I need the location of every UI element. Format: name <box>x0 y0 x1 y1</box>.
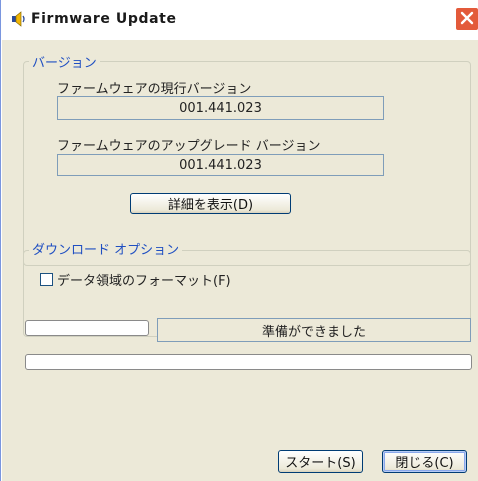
close-icon <box>460 10 474 29</box>
start-button[interactable]: スタート(S) <box>278 450 363 473</box>
status-text-field: 準備ができました <box>157 318 471 342</box>
current-version-field: 001.441.023 <box>57 96 384 120</box>
version-group-legend: バージョン <box>29 52 100 71</box>
show-details-button[interactable]: 詳細を表示(D) <box>130 193 291 214</box>
format-data-area-label: データ領域のフォーマット(F) <box>57 273 231 289</box>
close-button[interactable]: 閉じる(C) <box>382 450 467 473</box>
current-version-label: ファームウェアの現行バージョン <box>57 82 252 97</box>
close-window-button[interactable] <box>455 7 478 31</box>
title-bar[interactable]: Firmware Update <box>1 0 478 40</box>
upgrade-version-label: ファームウェアのアップグレード バージョン <box>57 139 321 154</box>
main-progress-bar <box>25 354 472 370</box>
format-data-area-checkbox[interactable] <box>40 272 53 286</box>
dialog-body: バージョン ファームウェアの現行バージョン 001.441.023 ファームウェ… <box>1 40 478 481</box>
window-title: Firmware Update <box>31 11 177 27</box>
firmware-update-dialog: Firmware Update バージョン ファームウェアの現行バージョン 00… <box>0 0 478 481</box>
small-progress-bar <box>25 320 149 336</box>
upgrade-version-field: 001.441.023 <box>57 154 384 176</box>
speaker-icon <box>11 11 27 27</box>
download-options-legend: ダウンロード オプション <box>29 239 183 258</box>
format-data-area-option[interactable]: データ領域のフォーマット(F) <box>40 269 231 289</box>
